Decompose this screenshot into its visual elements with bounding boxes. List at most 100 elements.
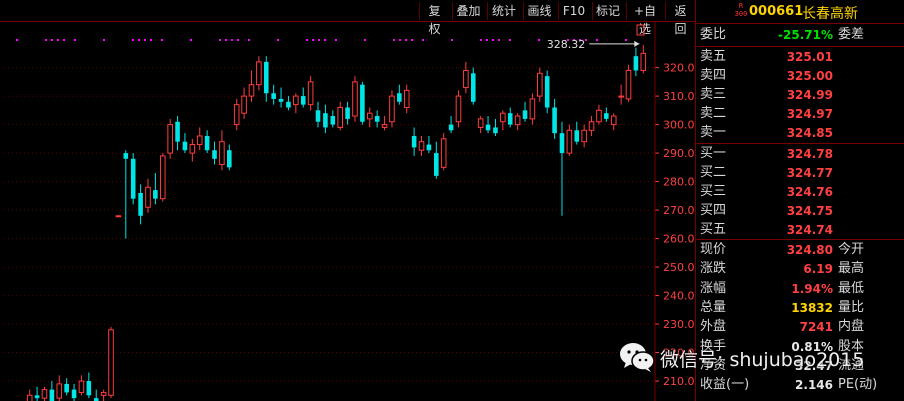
candle: [610, 113, 617, 131]
quote-0-label2: 今开: [838, 242, 865, 257]
chart-scroll-box[interactable]: [636, 24, 645, 36]
toolbar-button-f10[interactable]: F10: [558, 2, 589, 20]
candle: [522, 101, 528, 122]
candle: [345, 101, 350, 125]
bid-1-value: 324.78: [786, 147, 833, 161]
candle: [307, 76, 314, 111]
candle: [559, 121, 565, 216]
y-tick-label: 290.0: [663, 147, 695, 160]
stock-code: 000661: [749, 4, 804, 19]
high-annotation-label: 328.32: [547, 38, 586, 51]
candle-body: [241, 95, 247, 114]
candle-body: [71, 389, 77, 399]
candle-body: [552, 107, 557, 134]
bid-2-row: 买二 324.77: [696, 164, 904, 182]
ask-1-value: 324.85: [786, 126, 833, 140]
candle: [397, 84, 402, 105]
candle-body: [529, 98, 536, 120]
toolbar-button-tongji[interactable]: 统计: [487, 2, 520, 20]
candle-body: [78, 380, 85, 393]
signal-dot: [498, 39, 500, 41]
quote-2-label: 涨幅: [700, 280, 727, 296]
signal-dot: [138, 39, 140, 41]
candle-body: [175, 121, 180, 142]
candle-body: [374, 116, 380, 122]
bid-5-value: 324.74: [786, 223, 833, 237]
ask-1-label: 卖一: [700, 125, 727, 140]
candle-body: [352, 81, 358, 117]
candle: [159, 153, 166, 202]
candle-body: [507, 113, 513, 125]
toolbar-button-biaoji[interactable]: 标记: [592, 2, 623, 20]
candle-body: [448, 124, 454, 131]
quote-7-value: 2.146: [795, 378, 833, 393]
candle-body: [227, 150, 232, 168]
signal-dot: [509, 39, 511, 41]
signal-dot: [596, 39, 598, 41]
candle-body: [159, 155, 166, 200]
weicha-label: 委差: [838, 27, 865, 42]
candle-body: [271, 93, 276, 99]
candle-body: [248, 84, 255, 97]
signal-dot: [625, 39, 627, 41]
candle-body: [167, 124, 173, 154]
candle-body: [100, 391, 107, 396]
candle: [507, 107, 513, 128]
quote-0-value: 324.80: [786, 243, 833, 257]
toolbar-button-fanhui[interactable]: 返回: [665, 2, 695, 36]
signal-dot: [277, 39, 279, 41]
candle-body: [345, 107, 350, 119]
candle-body: [49, 389, 55, 401]
candle: [49, 381, 55, 401]
kline-chart[interactable]: 210.0 220.0 230.0 240.0 250.0 260.0 270.0 280.0…: [0, 22, 695, 401]
toolbar-button-huaxian[interactable]: 画线: [523, 2, 555, 20]
candle: [256, 56, 262, 91]
candle: [286, 96, 291, 111]
candle-body: [500, 112, 506, 123]
quote-4-row: 外盘 7241 内盘: [696, 318, 904, 336]
candle-body: [108, 329, 114, 396]
bid-4-row: 买四 324.75: [696, 202, 904, 220]
signal-dot: [74, 39, 76, 41]
weibi-label: 委比: [700, 27, 727, 42]
candle: [640, 44, 647, 74]
toolbar-button-zixuan[interactable]: +自选: [626, 2, 663, 36]
ask-4-label: 卖四: [700, 68, 727, 83]
candle: [544, 70, 550, 114]
candle-body: [574, 130, 580, 142]
candle: [263, 56, 269, 102]
candle: [403, 84, 410, 114]
chart-toolbar: 复权 叠加 统计 画线 F10 标记 +自选 返回: [0, 0, 695, 36]
signal-dot: [538, 39, 540, 41]
toolbar-button-diejia[interactable]: 叠加: [452, 2, 484, 20]
candle: [493, 118, 498, 136]
signal-dot: [144, 39, 146, 41]
candle: [219, 130, 225, 171]
signal-dot: [318, 39, 320, 41]
candle-body: [360, 84, 365, 122]
signal-dot: [393, 39, 395, 41]
candle: [233, 98, 240, 131]
candle-body: [403, 89, 410, 108]
signal-dot: [451, 39, 453, 41]
y-tick-label: 310.0: [663, 90, 695, 103]
ask-5-row: 卖五 325.01: [696, 48, 904, 66]
signal-dot: [405, 39, 407, 41]
candle-body: [153, 190, 158, 199]
bid-4-value: 324.75: [786, 204, 833, 218]
candle: [86, 372, 92, 399]
quote-4-label: 外盘: [700, 319, 727, 335]
signal-dot: [324, 39, 326, 41]
candle: [130, 153, 136, 205]
candle: [477, 116, 484, 134]
quote-1-label: 涨跌: [700, 261, 727, 277]
candle-body: [493, 127, 498, 134]
watermark-text: 微信号: shujubao2015: [660, 349, 865, 371]
candle-body: [307, 81, 314, 106]
y-tick-label: 320.0: [663, 62, 695, 75]
r-badge: R 300: [734, 2, 748, 18]
ask-2-value: 324.97: [786, 107, 833, 121]
toolbar-button-fuquan[interactable]: 复权: [419, 2, 449, 36]
signal-dot: [161, 39, 163, 41]
signal-dot: [231, 39, 233, 41]
